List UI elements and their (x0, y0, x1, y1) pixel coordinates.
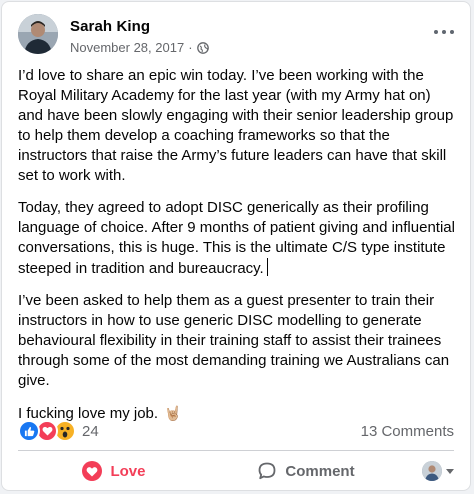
love-button-label: Love (110, 462, 146, 480)
love-icon (82, 461, 103, 481)
post-paragraph: I’ve been asked to help them as a guest … (18, 292, 450, 389)
reaction-count[interactable]: 24 (82, 423, 99, 440)
comment-icon (259, 462, 276, 480)
actions-divider (18, 450, 454, 451)
reactions-summary[interactable]: 24 (18, 420, 99, 442)
rock-on-emoji: 🤘🏼 (164, 405, 182, 421)
post-card: Sarah King November 28, 2017 · I’d love … (1, 1, 471, 491)
love-button[interactable]: Love (18, 454, 210, 488)
reaction-icons (18, 420, 76, 442)
text-cursor (266, 258, 268, 276)
post-meta: November 28, 2017 · (70, 40, 209, 55)
comment-button[interactable]: Comment (210, 454, 402, 488)
meta-separator: · (188, 40, 193, 55)
post-stats: 24 13 Comments (18, 420, 454, 442)
chevron-down-icon (446, 468, 454, 474)
react-as-selector[interactable] (402, 461, 454, 481)
comments-count[interactable]: 13 Comments (361, 423, 454, 440)
post-date[interactable]: November 28, 2017 (70, 40, 184, 55)
author-name[interactable]: Sarah King (70, 18, 150, 35)
author-avatar[interactable] (18, 14, 58, 54)
post-actions: Love Comment (18, 454, 454, 488)
post-paragraph: I’d love to share an epic win today. I’v… (18, 67, 454, 184)
comment-button-label: Comment (285, 462, 355, 480)
globe-icon (196, 41, 209, 54)
user-avatar (422, 461, 442, 481)
post-body: I’d love to share an epic win today. I’v… (18, 66, 458, 436)
post-header: Sarah King November 28, 2017 · (18, 14, 454, 58)
post-paragraph: Today, they agreed to adopt DISC generic… (18, 199, 455, 277)
like-icon (18, 420, 40, 442)
more-options-icon[interactable] (434, 24, 454, 40)
